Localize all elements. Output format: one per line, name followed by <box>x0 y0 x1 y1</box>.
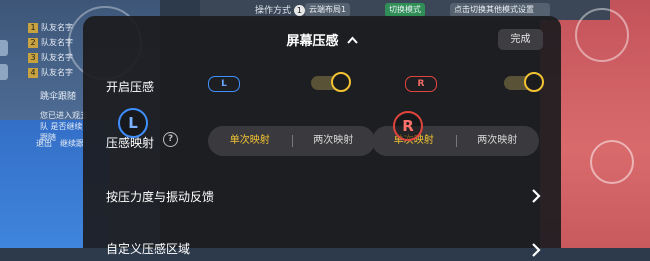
exit-label[interactable]: 退出 <box>36 138 52 149</box>
team-number: 2 <box>28 38 38 48</box>
panel-header[interactable]: 屏幕压感 <box>83 30 561 49</box>
right-pressure-toggle[interactable] <box>504 72 544 92</box>
team-member: 3 队友名字 <box>28 52 73 63</box>
left-pressure-zone-badge[interactable]: L <box>118 108 148 138</box>
chevron-right-icon[interactable] <box>530 242 542 257</box>
team-number: 1 <box>28 23 38 33</box>
team-number: 4 <box>28 68 38 78</box>
right-skill-ring[interactable] <box>575 8 629 62</box>
team-member: 4 队友名字 <box>28 67 73 78</box>
toggle-knob <box>524 72 544 92</box>
mode-label: 操作方式 1 <box>255 3 305 16</box>
team-number: 3 <box>28 53 38 63</box>
done-button[interactable]: 完成 <box>498 29 543 50</box>
side-tab[interactable] <box>0 40 8 56</box>
right-double-mapping-option[interactable]: 两次映射 <box>456 126 540 156</box>
enable-pressure-label: 开启压感 <box>106 80 155 94</box>
right-tag: R <box>405 76 437 92</box>
left-mapping-selector[interactable]: 单次映射 两次映射 <box>208 126 375 156</box>
left-tag: L <box>208 76 240 92</box>
switch-mode-chip[interactable]: 切换模式 <box>385 3 425 17</box>
follow-label[interactable]: 跳伞跟随 <box>40 92 76 103</box>
pressure-feedback-label[interactable]: 按压力度与振动反馈 <box>106 188 214 205</box>
pressure-settings-panel: 屏幕压感 完成 开启压感 L R 压感映射 ? 单次映射 两次映射 单次映射 两… <box>83 16 561 257</box>
panel-title: 屏幕压感 <box>286 34 339 49</box>
follow-continue-label[interactable]: 继续跟 <box>60 138 84 149</box>
chevron-up-icon[interactable] <box>346 33 358 48</box>
side-tab[interactable] <box>0 64 8 80</box>
right-pressure-zone-badge[interactable]: R <box>393 111 423 141</box>
left-double-mapping-option[interactable]: 两次映射 <box>292 126 376 156</box>
toggle-knob <box>331 72 351 92</box>
help-icon[interactable]: ? <box>163 132 178 147</box>
custom-pressure-area-label[interactable]: 自定义压感区域 <box>106 240 190 257</box>
team-member: 2 队友名字 <box>28 37 73 48</box>
team-name: 队友名字 <box>41 23 73 32</box>
cloud-layout-chip[interactable]: 云端布局1 <box>305 3 351 17</box>
left-pressure-toggle[interactable] <box>311 72 351 92</box>
team-member: 1 队友名字 <box>28 22 73 33</box>
chevron-right-icon[interactable] <box>530 188 542 203</box>
fire-button-ring[interactable] <box>590 140 634 184</box>
switch-hint-chip[interactable]: 点击切换其他模式设置 <box>450 3 550 17</box>
team-name: 队友名字 <box>41 53 73 62</box>
left-single-mapping-option[interactable]: 单次映射 <box>208 126 292 156</box>
team-name: 队友名字 <box>41 68 73 77</box>
